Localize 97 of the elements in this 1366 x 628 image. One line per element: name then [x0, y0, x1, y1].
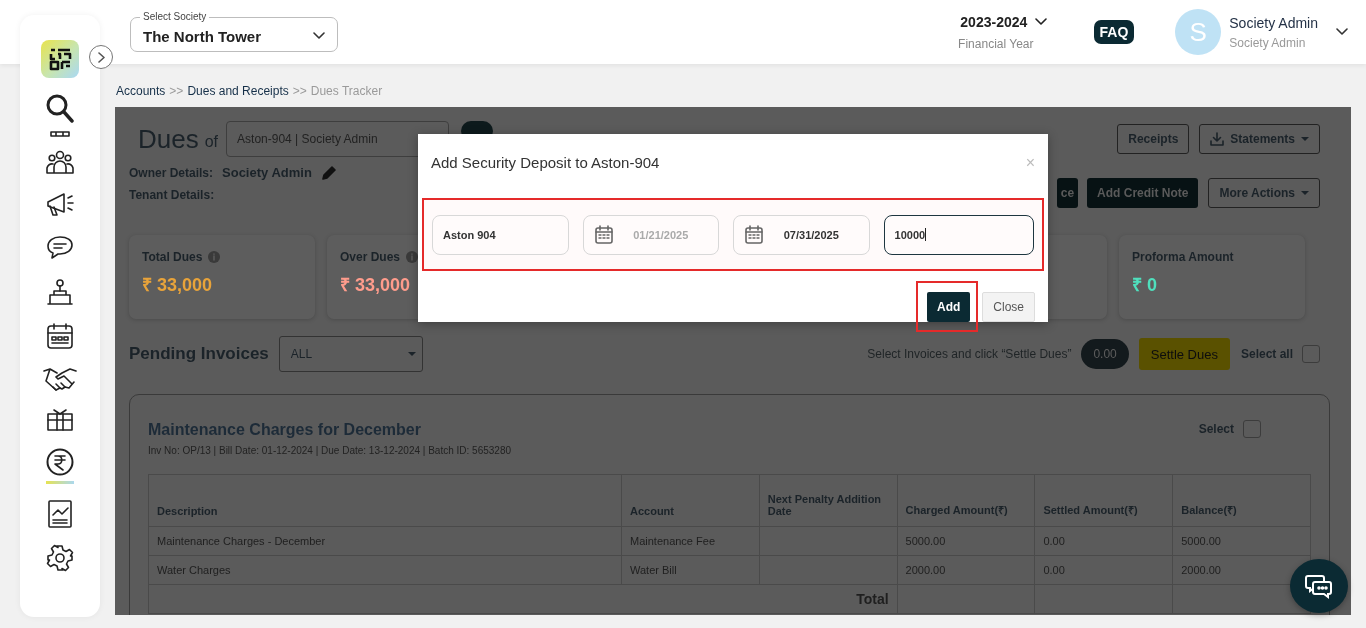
- close-button[interactable]: ×: [1025, 153, 1035, 172]
- partial-icon: [50, 130, 70, 137]
- column-header: Charged Amount(₹): [897, 474, 1035, 527]
- card-label: Over Dues: [340, 250, 401, 264]
- card-label: Total Dues: [142, 250, 203, 264]
- nav-item[interactable]: [46, 408, 74, 432]
- invoice-title: Maintenance Charges for December: [148, 421, 422, 439]
- nav-item[interactable]: [46, 234, 74, 262]
- people-icon: [46, 150, 74, 174]
- table-cell: Maintenance Charges - December: [148, 526, 622, 556]
- settle-dues-button[interactable]: Settle Dues: [1138, 338, 1230, 370]
- nav-item[interactable]: [46, 278, 74, 306]
- edit-icon: [321, 165, 336, 180]
- year-label: Financial Year: [958, 36, 1034, 51]
- caret-icon: [407, 352, 416, 356]
- column-header: Description: [148, 474, 622, 527]
- nav-item[interactable]: [50, 130, 70, 137]
- app-logo[interactable]: [41, 40, 79, 78]
- card-label: Proforma Amount: [1132, 250, 1234, 264]
- logo-glyph-icon: [48, 47, 72, 71]
- add-button[interactable]: Add: [927, 292, 971, 322]
- table-cell: 5000.00: [897, 526, 1035, 556]
- year-select[interactable]: 2023-2024: [960, 13, 1028, 30]
- total-badge: 0.00: [1081, 339, 1129, 369]
- handshake-icon: [43, 366, 77, 392]
- table-cell: 0.00: [1034, 555, 1173, 585]
- nav-item[interactable]: [46, 150, 74, 174]
- text-cursor: [925, 228, 927, 241]
- calendar-icon: [593, 224, 614, 245]
- filter-select[interactable]: ALL: [278, 336, 423, 372]
- column-header: Next Penalty Addition Date: [759, 474, 898, 527]
- tray-icon: [46, 278, 74, 306]
- select-all-label: Select all: [1240, 347, 1293, 361]
- owner-name: Society Admin: [222, 165, 312, 180]
- table-cell: Water Bill: [621, 555, 760, 585]
- nav-item[interactable]: [43, 366, 77, 392]
- modal-title: Add Security Deposit to Aston-904: [431, 154, 660, 171]
- table-cell: Maintenance Fee: [621, 526, 760, 556]
- rupee-icon: [46, 448, 74, 476]
- input-field[interactable]: Aston 904: [432, 214, 569, 255]
- field-label: Select Society: [140, 10, 210, 22]
- chevron-down-icon: [313, 32, 325, 40]
- date-field[interactable]: 07/31/2025: [733, 214, 870, 255]
- amount-value: ₹ 33,000: [340, 274, 412, 296]
- chevron-down-icon: [1336, 28, 1348, 36]
- input-field[interactable]: 10000: [883, 214, 1034, 255]
- select-label: Select: [1198, 422, 1234, 436]
- nav-item[interactable]: [46, 94, 74, 124]
- amount-value: ₹ 33,000: [142, 274, 214, 296]
- action-button[interactable]: Statements: [1199, 124, 1320, 154]
- chevron-right-icon: [97, 51, 105, 63]
- table-cell: 5000.00: [1172, 526, 1311, 556]
- close-button[interactable]: Close: [982, 291, 1035, 322]
- calendar-icon: [744, 224, 765, 245]
- column-header: Balance(₹): [1172, 474, 1311, 527]
- action-button[interactable]: Receipts: [1117, 124, 1190, 154]
- chat-icon: [1305, 573, 1333, 599]
- chart-icon: [48, 500, 72, 528]
- column-header: Account: [621, 474, 760, 527]
- megaphone-icon: [45, 190, 75, 218]
- column-header: Settled Amount(₹): [1034, 474, 1173, 527]
- nav-item[interactable]: [45, 190, 75, 218]
- table-cell: Water Charges: [148, 555, 622, 585]
- amount-value: ₹ 0: [1132, 274, 1158, 296]
- breadcrumb-separator: >>: [169, 84, 184, 100]
- nav-item[interactable]: [46, 448, 74, 484]
- table-cell: 0.00: [1034, 526, 1173, 556]
- breadcrumb-separator: >>: [292, 84, 307, 100]
- action-button[interactable]: Add Credit Note: [1087, 178, 1199, 208]
- nav-item[interactable]: [46, 544, 74, 572]
- checkbox[interactable]: [1243, 420, 1261, 438]
- breadcrumb-link[interactable]: Accounts: [116, 84, 166, 107]
- user-name: Society Admin: [1229, 14, 1318, 31]
- table-cell: 2000.00: [897, 555, 1035, 585]
- hint-text: Select Invoices and click “Settle Dues”: [867, 347, 1072, 361]
- nav-item[interactable]: [46, 322, 74, 350]
- user-role: Society Admin: [1229, 35, 1307, 50]
- action-button[interactable]: ce: [1056, 178, 1079, 208]
- breadcrumb-link[interactable]: Dues and Receipts: [187, 84, 289, 107]
- box-icon: [46, 408, 74, 432]
- calendar-icon: [46, 322, 74, 350]
- nav-item[interactable]: [48, 500, 72, 528]
- settings-icon: [46, 544, 74, 572]
- download-icon: [1210, 132, 1225, 146]
- owner-label: Owner Details:: [129, 165, 214, 180]
- breadcrumb-link[interactable]: Dues Tracker: [310, 84, 383, 107]
- search-icon: [46, 94, 74, 124]
- chat-icon: [46, 234, 74, 262]
- page-title: Dues: [138, 123, 199, 155]
- section-title: Pending Invoices: [129, 344, 269, 364]
- title-suffix: of: [204, 133, 219, 151]
- tenant-label: Tenant Details:: [129, 188, 216, 202]
- faq-button[interactable]: FAQ: [1093, 20, 1135, 44]
- total-label: Total: [856, 591, 889, 607]
- checkbox[interactable]: [1302, 345, 1320, 363]
- action-button[interactable]: More Actions: [1208, 178, 1320, 208]
- chevron-down-icon: [1035, 17, 1048, 26]
